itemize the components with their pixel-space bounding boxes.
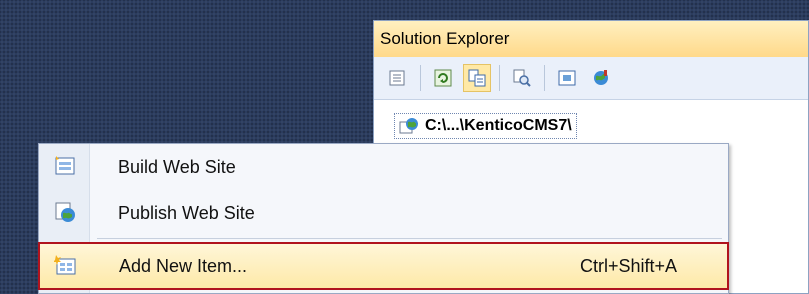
menu-item-label: Publish Web Site (118, 202, 255, 223)
tree-root-label: C:\...\KenticoCMS7\ (425, 117, 572, 134)
menu-item-label: Build Web Site (118, 156, 236, 177)
publish-icon (55, 202, 75, 222)
publish-web-site-menu-item[interactable]: Publish Web Site (39, 190, 728, 236)
browse-button[interactable] (587, 64, 615, 92)
refresh-button[interactable] (429, 64, 457, 92)
toolbar-separator (499, 65, 500, 91)
view-designer-button[interactable] (553, 64, 581, 92)
toolbar-separator (544, 65, 545, 91)
add-new-item-menu-item[interactable]: Add New Item... Ctrl+Shift+A (38, 242, 729, 290)
nest-files-button[interactable] (463, 64, 491, 92)
nest-files-icon (468, 69, 486, 87)
menu-separator (97, 238, 722, 239)
menu-item-shortcut: Ctrl+Shift+A (579, 255, 677, 276)
view-designer-icon (558, 70, 576, 86)
view-code-icon (513, 69, 531, 87)
properties-button[interactable] (384, 64, 412, 92)
solution-tree-root[interactable]: C:\...\KenticoCMS7\ (394, 113, 577, 139)
build-web-site-menu-item[interactable]: Build Web Site (39, 144, 728, 190)
menu-item-label: Add New Item... (119, 255, 248, 276)
solution-explorer-title: Solution Explorer (374, 21, 808, 57)
browse-icon (594, 70, 608, 85)
toolbar-separator (420, 65, 421, 91)
properties-icon (389, 70, 405, 86)
add-new-item-icon (54, 255, 76, 275)
solution-explorer-toolbar (374, 57, 808, 100)
view-code-button[interactable] (508, 64, 536, 92)
refresh-icon (434, 69, 452, 87)
build-icon (55, 156, 75, 175)
context-menu: Build Web Site Publish Web Site Add New … (38, 143, 729, 294)
web-project-icon (399, 118, 418, 134)
